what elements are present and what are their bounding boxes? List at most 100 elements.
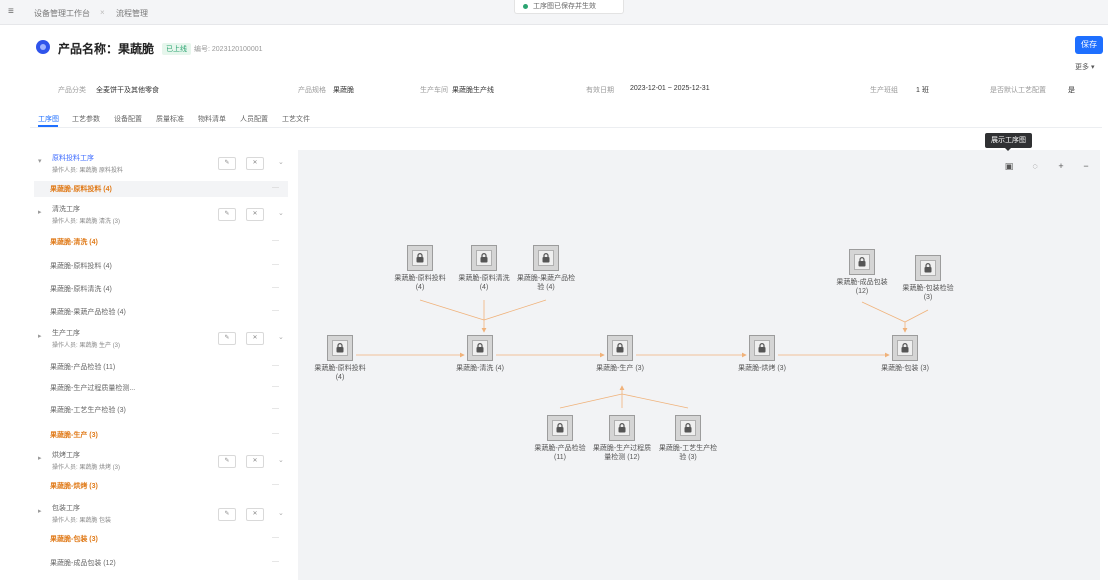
expand-icon[interactable]: ▸ bbox=[38, 332, 42, 340]
list-item[interactable]: 果蔬脆-果蔬产品检验 (4) bbox=[50, 307, 126, 317]
process-node[interactable] bbox=[407, 245, 433, 271]
dash-icon: — bbox=[272, 534, 279, 541]
expand-icon[interactable]: ▸ bbox=[38, 454, 42, 462]
tab-documents[interactable]: 工艺文件 bbox=[282, 114, 310, 124]
tab-staff[interactable]: 人员配置 bbox=[240, 114, 268, 124]
edit-icon[interactable]: ✎ bbox=[218, 208, 236, 221]
list-item[interactable]: 果蔬脆-生产 (3) bbox=[50, 430, 98, 440]
group-title[interactable]: 原料投料工序 bbox=[52, 153, 94, 163]
save-button[interactable]: 保存 bbox=[1075, 36, 1103, 54]
process-node-label: 果蔬脆-包装检验 (3) bbox=[902, 285, 954, 301]
chevron-down-icon[interactable]: ⌄ bbox=[278, 456, 284, 464]
edit-icon[interactable]: ✎ bbox=[218, 455, 236, 468]
process-node[interactable] bbox=[533, 245, 559, 271]
collapse-icon[interactable]: ▾ bbox=[38, 157, 42, 165]
page-title: 产品名称：果蔬脆 bbox=[58, 42, 155, 56]
list-item[interactable]: 果蔬脆-包装 (3) bbox=[50, 534, 98, 544]
tab-quality[interactable]: 质量标准 bbox=[156, 114, 184, 124]
group-title[interactable]: 生产工序 bbox=[52, 328, 80, 338]
delete-icon[interactable]: ✕ bbox=[246, 508, 264, 521]
tab-params[interactable]: 工艺参数 bbox=[72, 114, 100, 124]
group-subtitle: 操作人员: 果蔬脆 包装 bbox=[52, 518, 112, 524]
process-node-label: 果蔬脆-果蔬产品检验 (4) bbox=[516, 275, 576, 291]
info-value-workshop: 果蔬脆生产线 bbox=[452, 87, 494, 94]
list-item[interactable]: 果蔬脆-成品包装 (12) bbox=[50, 558, 116, 568]
chevron-down-icon[interactable]: ⌄ bbox=[278, 209, 284, 217]
list-item[interactable]: 果蔬脆-原料清洗 (4) bbox=[50, 284, 112, 294]
process-node[interactable] bbox=[849, 249, 875, 275]
list-item[interactable]: 果蔬脆-烘烤 (3) bbox=[50, 481, 98, 491]
list-item[interactable]: 果蔬脆-原料投料 (4) bbox=[50, 184, 112, 194]
info-label-spec: 产品规格 bbox=[298, 87, 326, 94]
lock-icon bbox=[854, 254, 870, 270]
delete-icon[interactable]: ✕ bbox=[246, 208, 264, 221]
dash-icon: — bbox=[272, 405, 279, 412]
process-node[interactable] bbox=[675, 415, 701, 441]
delete-icon[interactable]: ✕ bbox=[246, 332, 264, 345]
more-dropdown[interactable]: 更多 ▾ bbox=[1075, 62, 1094, 72]
lock-icon bbox=[680, 420, 696, 436]
process-node-label: 果蔬脆-清洗 (4) bbox=[456, 365, 504, 372]
info-label-category: 产品分类 bbox=[58, 87, 86, 94]
list-item[interactable]: 果蔬脆-工艺生产检验 (3) bbox=[50, 405, 126, 415]
group-title[interactable]: 清洗工序 bbox=[52, 204, 80, 214]
edit-icon[interactable]: ✎ bbox=[218, 157, 236, 170]
process-node[interactable] bbox=[607, 335, 633, 361]
info-label-team: 生产班组 bbox=[870, 87, 898, 94]
lock-icon bbox=[897, 340, 913, 356]
process-graph-canvas[interactable] bbox=[298, 150, 1100, 580]
edit-icon[interactable]: ✎ bbox=[218, 508, 236, 521]
product-code: 编号: 2023120100001 bbox=[194, 46, 263, 53]
info-value-spec: 果蔬脆 bbox=[333, 87, 354, 94]
list-item[interactable]: 果蔬脆-生产过程质量检测... bbox=[50, 383, 135, 393]
tab-process-graph[interactable]: 工序图 bbox=[38, 114, 59, 124]
info-label-date: 有效日期 bbox=[586, 87, 614, 94]
process-node[interactable] bbox=[749, 335, 775, 361]
group-subtitle: 操作人员: 果蔬脆 清洗 (3) bbox=[52, 219, 121, 225]
process-node[interactable] bbox=[892, 335, 918, 361]
process-node[interactable] bbox=[327, 335, 353, 361]
process-node-label: 果蔬脆-工艺生产检验 (3) bbox=[658, 445, 718, 461]
breadcrumb-tab-2[interactable]: 流程管理 bbox=[116, 8, 148, 19]
dash-icon: — bbox=[272, 481, 279, 488]
group-title[interactable]: 烘烤工序 bbox=[52, 450, 80, 460]
process-node[interactable] bbox=[915, 255, 941, 281]
process-node[interactable] bbox=[547, 415, 573, 441]
tab-bom[interactable]: 物料清单 bbox=[198, 114, 226, 124]
edit-icon[interactable]: ✎ bbox=[218, 332, 236, 345]
lock-icon bbox=[552, 420, 568, 436]
process-node-label: 果蔬脆-生产 (3) bbox=[596, 365, 644, 372]
zoom-in-icon[interactable]: + bbox=[1055, 160, 1067, 172]
lock-icon bbox=[472, 340, 488, 356]
process-node-label: 果蔬脆-烘烤 (3) bbox=[738, 365, 786, 372]
chevron-down-icon[interactable]: ⌄ bbox=[278, 333, 284, 341]
list-item[interactable]: 果蔬脆-清洗 (4) bbox=[50, 237, 98, 247]
info-value-team: 1 班 bbox=[916, 87, 929, 94]
list-item[interactable]: 果蔬脆-原料投料 (4) bbox=[50, 261, 112, 271]
process-node[interactable] bbox=[467, 335, 493, 361]
process-node[interactable] bbox=[609, 415, 635, 441]
delete-icon[interactable]: ✕ bbox=[246, 455, 264, 468]
tab-equipment[interactable]: 设备配置 bbox=[114, 114, 142, 124]
process-node[interactable] bbox=[471, 245, 497, 271]
lock-icon bbox=[920, 260, 936, 276]
expand-icon[interactable]: ▸ bbox=[38, 507, 42, 515]
dash-icon: — bbox=[272, 430, 279, 437]
delete-icon[interactable]: ✕ bbox=[246, 157, 264, 170]
breadcrumb-tab[interactable]: 设备管理工作台 bbox=[34, 8, 90, 19]
group-title[interactable]: 包装工序 bbox=[52, 503, 80, 513]
chevron-down-icon[interactable]: ⌄ bbox=[278, 158, 284, 166]
menu-icon[interactable]: ≡ bbox=[8, 6, 14, 17]
list-item[interactable]: 果蔬脆-产品检验 (11) bbox=[50, 362, 115, 372]
expand-icon[interactable]: ▸ bbox=[38, 208, 42, 216]
fit-view-icon[interactable]: ▣ bbox=[1003, 160, 1015, 172]
chevron-down-icon[interactable]: ⌄ bbox=[278, 509, 284, 517]
reset-icon[interactable]: ◌ bbox=[1029, 160, 1041, 172]
lock-icon bbox=[412, 250, 428, 266]
dash-icon: — bbox=[272, 284, 279, 291]
zoom-out-icon[interactable]: − bbox=[1080, 160, 1092, 172]
group-subtitle: 操作人员: 果蔬脆 烘烤 (3) bbox=[52, 465, 121, 471]
close-icon[interactable]: × bbox=[100, 8, 105, 17]
group-subtitle: 操作人员: 果蔬脆 生产 (3) bbox=[52, 343, 121, 349]
status-badge: 已上线 bbox=[162, 43, 191, 55]
